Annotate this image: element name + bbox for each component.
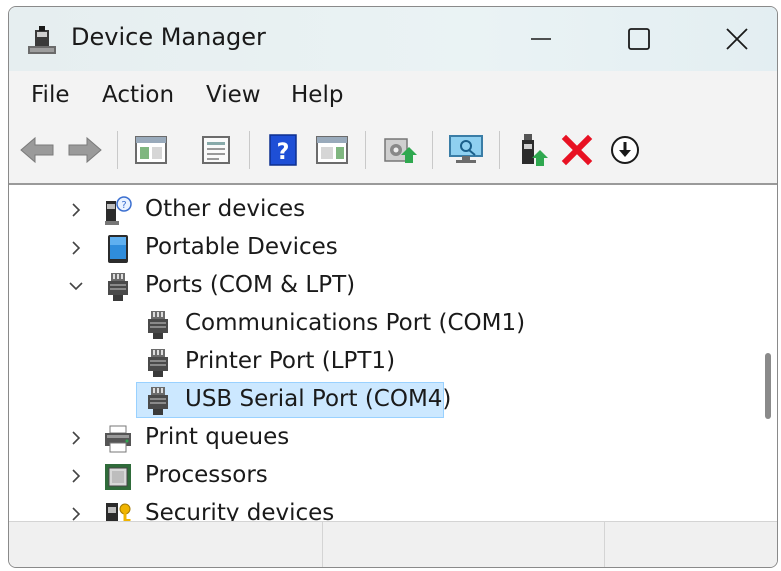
properties-icon (202, 136, 230, 164)
port-connector-icon (142, 385, 174, 417)
port-connector-icon (142, 347, 174, 379)
tree-item-label: Ports (COM & LPT) (145, 272, 356, 298)
menu-help[interactable]: Help (291, 82, 343, 108)
chevron-right-icon[interactable] (68, 202, 84, 218)
tree-item[interactable]: Processors (9, 457, 749, 495)
chevron-right-icon[interactable] (68, 506, 84, 521)
show-hide-console-tree-button[interactable] (131, 129, 171, 171)
enable-device-icon (522, 134, 548, 166)
title-bar[interactable]: Device Manager (9, 7, 777, 71)
show-hide-console-tree-icon (135, 136, 167, 164)
tree-item[interactable]: Portable Devices (9, 229, 749, 267)
tree-item[interactable]: USB Serial Port (COM4) (9, 381, 749, 419)
help-button[interactable]: ? (263, 129, 303, 171)
toolbar-separator (365, 131, 366, 169)
device-tree[interactable]: ? Other devices Portable Devices Ports (COM… (9, 183, 761, 521)
tree-item[interactable]: ? Other devices (9, 191, 749, 229)
port-connector-icon (102, 271, 134, 303)
window-title: Device Manager (71, 23, 266, 51)
tree-item-label: Printer Port (LPT1) (185, 348, 396, 374)
processor-icon (102, 461, 134, 493)
tree-item-label: Communications Port (COM1) (185, 310, 526, 336)
scan-hardware-changes-icon (449, 135, 483, 163)
toolbar-separator (117, 131, 118, 169)
tree-item[interactable]: Communications Port (COM1) (9, 305, 749, 343)
vertical-scrollbar[interactable] (761, 183, 777, 521)
portable-devices-icon (102, 233, 134, 265)
close-icon (726, 28, 748, 50)
toolbar-separator (499, 131, 500, 169)
close-button[interactable] (691, 7, 777, 71)
menu-file[interactable]: File (31, 82, 70, 108)
tree-item[interactable]: Ports (COM & LPT) (9, 267, 749, 305)
tree-item[interactable]: Security devices (9, 495, 749, 521)
action-pane-button[interactable] (312, 129, 352, 171)
status-cell (9, 522, 323, 567)
security-devices-icon (102, 499, 134, 521)
other-devices-icon: ? (102, 195, 134, 227)
chevron-down-icon[interactable] (68, 278, 84, 294)
status-cell (605, 522, 777, 567)
disable-device-icon (611, 136, 639, 164)
chevron-right-icon[interactable] (68, 468, 84, 484)
help-icon: ? (269, 134, 297, 166)
minimize-icon (531, 38, 551, 40)
chevron-right-icon[interactable] (68, 430, 84, 446)
tree-item-label: Print queues (145, 424, 290, 450)
uninstall-device-button[interactable] (557, 129, 597, 171)
tree-item-label: Other devices (145, 196, 306, 222)
disable-device-button[interactable] (605, 129, 645, 171)
port-connector-icon (142, 309, 174, 341)
update-driver-button[interactable] (379, 129, 419, 171)
toolbar-separator (432, 131, 433, 169)
tree-item-label: USB Serial Port (COM4) (185, 386, 452, 412)
minimize-button[interactable] (495, 7, 587, 71)
back-arrow-icon (20, 136, 54, 164)
status-cell (323, 522, 605, 567)
maximize-button[interactable] (593, 7, 685, 71)
back-button[interactable] (17, 129, 57, 171)
menu-action[interactable]: Action (102, 82, 174, 108)
tree-item[interactable]: Print queues (9, 419, 749, 457)
uninstall-device-icon (561, 134, 593, 166)
forward-arrow-icon (68, 136, 102, 164)
device-manager-window: Device Manager File Action View Help ? ?… (8, 6, 778, 568)
device-manager-app-icon (26, 24, 58, 56)
properties-button[interactable] (196, 129, 236, 171)
tree-item-label: Portable Devices (145, 234, 338, 260)
svg-text:?: ? (121, 200, 126, 211)
menu-bar: File Action View Help (9, 71, 777, 119)
scan-hardware-changes-button[interactable] (446, 129, 486, 171)
forward-button[interactable] (65, 129, 105, 171)
toolbar: ? (9, 119, 777, 183)
tree-item[interactable]: Printer Port (LPT1) (9, 343, 749, 381)
scrollbar-thumb[interactable] (765, 353, 771, 419)
printer-icon (102, 423, 134, 455)
enable-device-button[interactable] (513, 129, 553, 171)
tree-item-label: Processors (145, 462, 268, 488)
toolbar-separator (249, 131, 250, 169)
chevron-right-icon[interactable] (68, 240, 84, 256)
update-driver-icon (384, 138, 417, 163)
status-bar (9, 521, 777, 567)
tree-item-label: Security devices (145, 500, 335, 521)
maximize-icon (628, 28, 650, 50)
menu-view[interactable]: View (206, 82, 261, 108)
svg-text:?: ? (277, 140, 290, 165)
action-pane-icon (316, 136, 348, 164)
